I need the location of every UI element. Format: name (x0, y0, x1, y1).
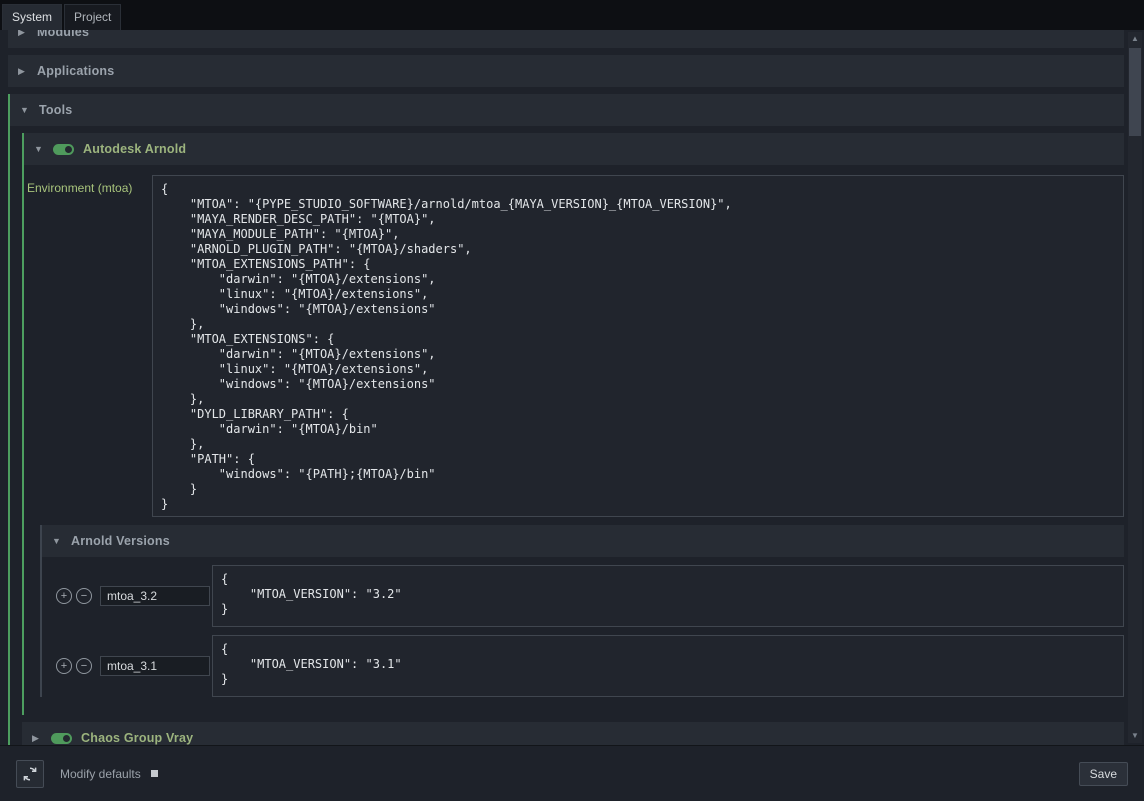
autodesk-arnold-body: Environment (mtoa) { "MTOA": "{PYPE_STUD… (24, 165, 1124, 715)
settings-window: System Project ▶ Modules ▶ Applications … (0, 0, 1144, 801)
tab-system[interactable]: System (2, 4, 62, 30)
section-header-chaos-group-vray[interactable]: ▶ Chaos Group Vray (22, 722, 1124, 745)
footer-bar: Modify defaults Save (0, 745, 1144, 801)
collapsed-arrow-icon: ▶ (32, 733, 42, 743)
section-label-arnold-versions: Arnold Versions (71, 534, 170, 548)
tab-project[interactable]: Project (64, 4, 121, 30)
version-json-editor[interactable]: { "MTOA_VERSION": "3.1" } (212, 635, 1124, 697)
collapsed-arrow-icon: ▶ (18, 66, 28, 76)
section-header-modules[interactable]: ▶ Modules (8, 30, 1124, 48)
section-header-autodesk-arnold[interactable]: ▼ Autodesk Arnold (24, 133, 1124, 165)
section-tools: ▼ Tools ▼ Autodesk Arnold (8, 94, 1124, 745)
enabled-toggle-icon[interactable] (53, 144, 74, 155)
section-header-applications[interactable]: ▶ Applications (8, 55, 1124, 87)
expanded-arrow-icon: ▼ (34, 144, 44, 154)
section-label-modules: Modules (37, 30, 89, 39)
modify-defaults-checkbox[interactable] (151, 770, 158, 777)
refresh-icon (22, 766, 38, 782)
tab-bar: System Project (0, 0, 1144, 30)
refresh-button[interactable] (16, 760, 44, 788)
arnold-versions-body: + − { "MTOA_VERSION": "3.2" } (42, 557, 1124, 697)
expanded-arrow-icon: ▼ (20, 105, 30, 115)
version-name-input[interactable] (100, 656, 210, 676)
version-row-controls: + − (56, 586, 212, 606)
section-header-arnold-versions[interactable]: ▼ Arnold Versions (42, 525, 1124, 557)
save-button[interactable]: Save (1079, 762, 1128, 786)
collapsed-arrow-icon: ▶ (18, 30, 28, 37)
section-header-tools[interactable]: ▼ Tools (10, 94, 1124, 126)
section-autodesk-arnold: ▼ Autodesk Arnold Environment (mtoa) { "… (22, 133, 1124, 715)
environment-field-label: Environment (mtoa) (26, 175, 152, 195)
section-arnold-versions: ▼ Arnold Versions + − (40, 525, 1124, 697)
settings-scroll-area: ▶ Modules ▶ Applications ▼ Tools ▼ (0, 30, 1124, 745)
add-version-button[interactable]: + (56, 588, 72, 604)
section-label-autodesk-arnold: Autodesk Arnold (83, 142, 186, 156)
vertical-scrollbar[interactable]: ▲ ▼ (1128, 32, 1142, 743)
scroll-down-arrow-icon[interactable]: ▼ (1128, 729, 1142, 743)
section-label-chaos-group-vray: Chaos Group Vray (81, 731, 193, 745)
section-label-applications: Applications (37, 64, 114, 78)
add-version-button[interactable]: + (56, 658, 72, 674)
version-row-controls: + − (56, 656, 212, 676)
scroll-up-arrow-icon[interactable]: ▲ (1128, 32, 1142, 46)
version-json-editor[interactable]: { "MTOA_VERSION": "3.2" } (212, 565, 1124, 627)
version-row: + − { "MTOA_VERSION": "3.2" } (56, 565, 1124, 627)
tools-body: ▼ Autodesk Arnold Environment (mtoa) { "… (10, 126, 1124, 745)
section-label-tools: Tools (39, 103, 72, 117)
enabled-toggle-icon[interactable] (51, 733, 72, 744)
remove-version-button[interactable]: − (76, 658, 92, 674)
modify-defaults-label: Modify defaults (60, 767, 141, 781)
remove-version-button[interactable]: − (76, 588, 92, 604)
version-name-input[interactable] (100, 586, 210, 606)
version-row: + − { "MTOA_VERSION": "3.1" } (56, 635, 1124, 697)
expanded-arrow-icon: ▼ (52, 536, 62, 546)
environment-json-editor[interactable]: { "MTOA": "{PYPE_STUDIO_SOFTWARE}/arnold… (152, 175, 1124, 517)
settings-content: ▶ Modules ▶ Applications ▼ Tools ▼ (0, 30, 1144, 745)
scrollbar-thumb[interactable] (1129, 48, 1141, 136)
environment-field-row: Environment (mtoa) { "MTOA": "{PYPE_STUD… (26, 175, 1124, 517)
